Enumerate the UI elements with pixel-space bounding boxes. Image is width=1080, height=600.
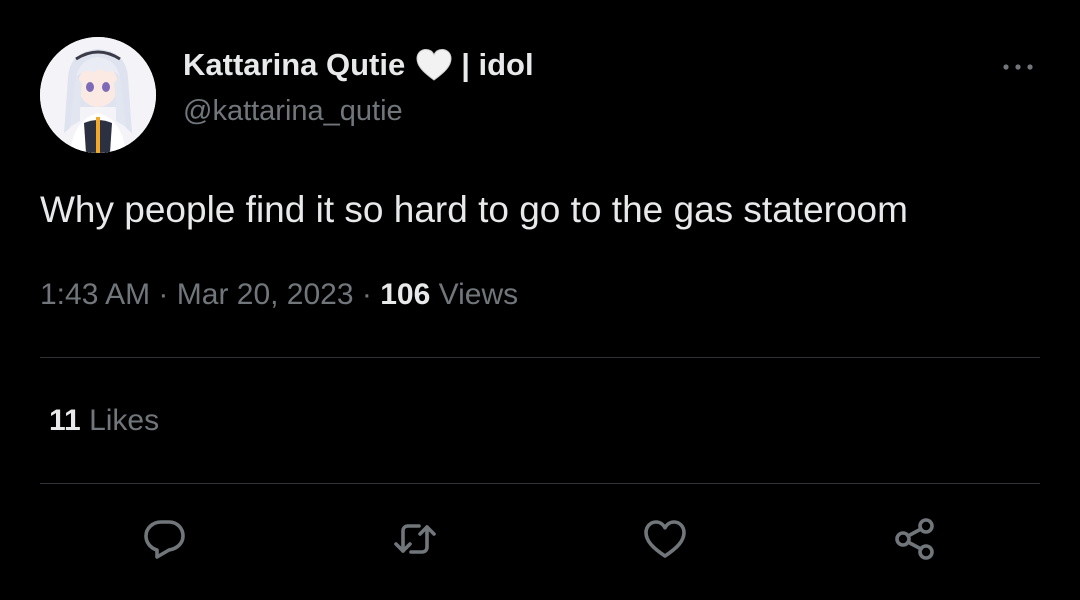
likes-count: 11: [49, 404, 81, 437]
divider: [40, 357, 1040, 358]
author-handle[interactable]: @kattarina_qutie: [183, 95, 403, 128]
tweet-meta: 1:43 AM · Mar 20, 2023 · 106 Views: [40, 278, 518, 312]
more-button[interactable]: [998, 52, 1038, 82]
more-icon: [1003, 64, 1033, 70]
tweet-text: Why people find it so hard to go to the …: [40, 189, 908, 230]
tweet-date[interactable]: Mar 20, 2023: [177, 278, 354, 311]
likes-stat[interactable]: 11 Likes: [49, 404, 159, 438]
author-display-name[interactable]: Kattarina Qutie: [183, 47, 405, 83]
share-button[interactable]: [891, 515, 939, 563]
author-name-suffix: | idol: [461, 47, 534, 82]
like-button[interactable]: [641, 515, 689, 563]
author-name-row[interactable]: Kattarina Qutie | idol: [183, 45, 534, 85]
retweet-button[interactable]: [391, 515, 439, 563]
tweet-time[interactable]: 1:43 AM: [40, 278, 150, 311]
meta-separator: ·: [361, 278, 372, 311]
retweet-icon: [394, 524, 436, 554]
views-label: Views: [438, 278, 519, 311]
likes-label: Likes: [89, 404, 160, 437]
divider: [40, 483, 1040, 484]
reply-button[interactable]: [141, 515, 189, 563]
reply-icon: [144, 520, 185, 559]
white-heart-icon: [415, 48, 453, 82]
anime-girl-avatar-icon: [40, 37, 156, 153]
heart-icon: [644, 520, 686, 558]
avatar[interactable]: [40, 37, 156, 153]
views-count: 106: [380, 278, 431, 311]
meta-separator: ·: [158, 278, 169, 311]
share-icon: [895, 518, 934, 560]
